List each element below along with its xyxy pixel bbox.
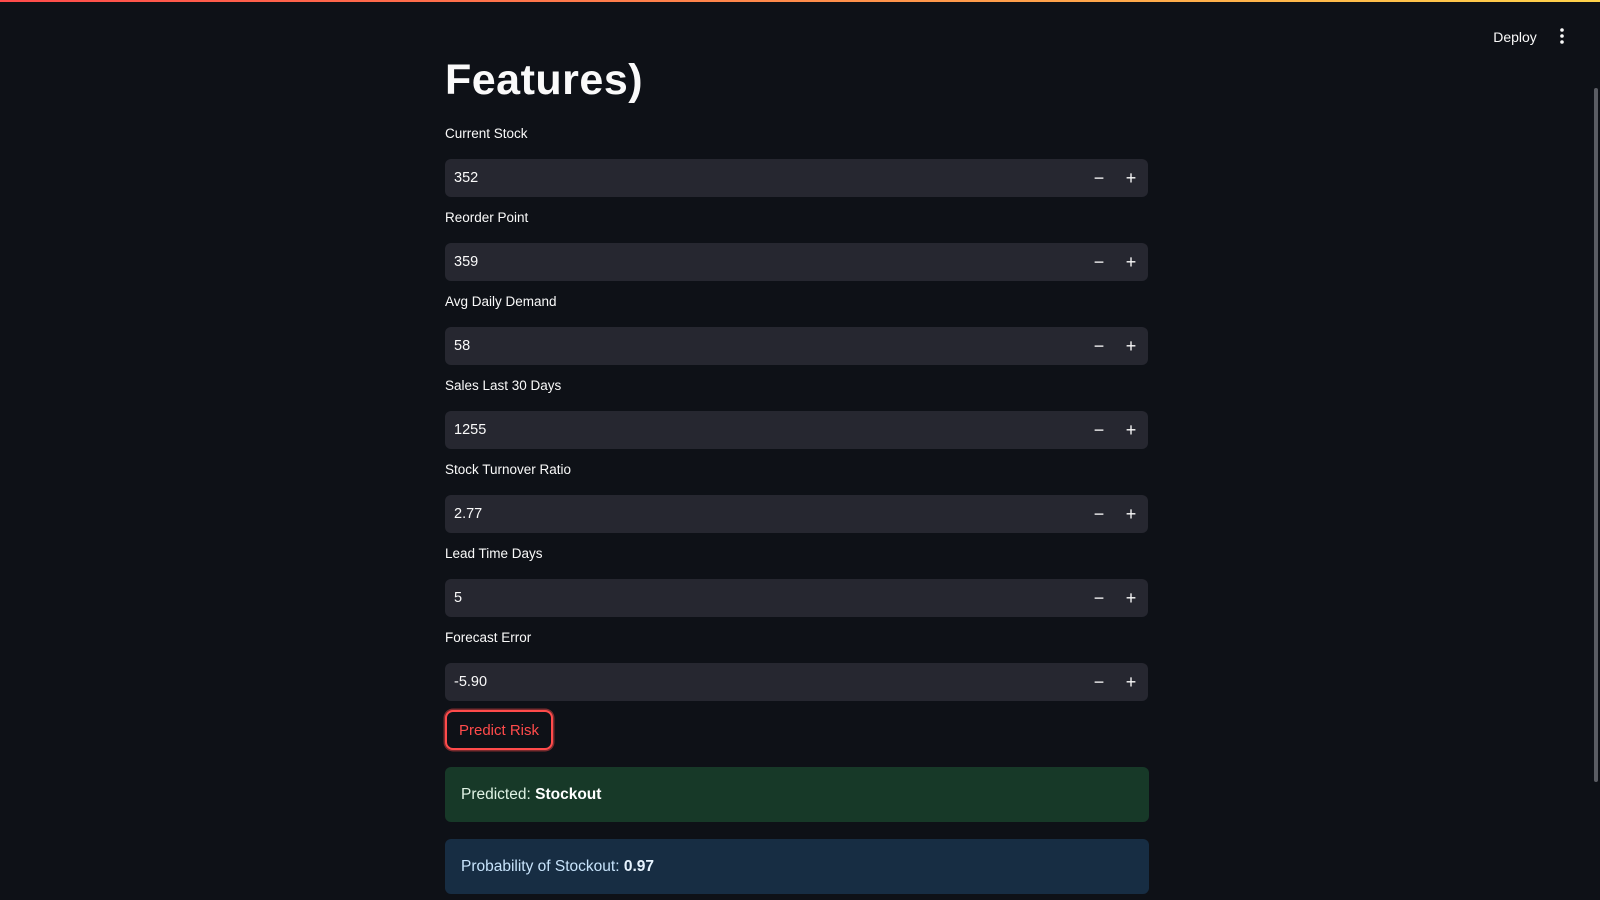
avg-daily-demand-input[interactable] (445, 327, 1045, 365)
field-avg-daily-demand: Avg Daily Demand − + (445, 293, 1148, 365)
field-reorder-point: Reorder Point − + (445, 209, 1148, 281)
lead-time-days-input[interactable] (445, 579, 1045, 617)
page-title: Features) (445, 56, 644, 104)
decrement-button[interactable]: − (1083, 327, 1115, 365)
field-label: Sales Last 30 Days (445, 378, 562, 393)
probability-result-alert: Probability of Stockout: 0.97 (445, 839, 1149, 894)
field-stock-turnover-ratio: Stock Turnover Ratio − + (445, 461, 1148, 533)
more-vertical-icon (1560, 28, 1564, 44)
increment-button[interactable]: + (1115, 579, 1147, 617)
decrement-button[interactable]: − (1083, 495, 1115, 533)
main-menu-button[interactable] (1550, 24, 1574, 48)
decrement-button[interactable]: − (1083, 579, 1115, 617)
number-input-container: − + (445, 243, 1148, 281)
field-label: Forecast Error (445, 630, 532, 645)
probability-value: 0.97 (623, 858, 655, 875)
number-input-container: − + (445, 327, 1148, 365)
prediction-value: Stockout (535, 786, 602, 803)
increment-button[interactable]: + (1115, 663, 1147, 701)
predict-risk-button[interactable]: Predict Risk (445, 710, 554, 750)
number-input-container: − + (445, 663, 1148, 701)
probability-prefix: Probability of Stockout: (461, 858, 624, 875)
reorder-point-input[interactable] (445, 243, 1045, 281)
increment-button[interactable]: + (1115, 243, 1147, 281)
page-scrollbar[interactable] (1594, 88, 1598, 782)
decrement-button[interactable]: − (1083, 663, 1115, 701)
prediction-result-alert: Predicted: Stockout (445, 767, 1149, 822)
decrement-button[interactable]: − (1083, 243, 1115, 281)
number-input-container: − + (445, 579, 1148, 617)
field-lead-time-days: Lead Time Days − + (445, 545, 1148, 617)
field-forecast-error: Forecast Error − + (445, 629, 1148, 701)
sales-last-30-days-input[interactable] (445, 411, 1045, 449)
field-label: Reorder Point (445, 210, 529, 225)
increment-button[interactable]: + (1115, 159, 1147, 197)
deploy-button[interactable]: Deploy (1480, 26, 1550, 48)
increment-button[interactable]: + (1115, 411, 1147, 449)
stock-turnover-ratio-input[interactable] (445, 495, 1045, 533)
increment-button[interactable]: + (1115, 495, 1147, 533)
decrement-button[interactable]: − (1083, 159, 1115, 197)
field-sales-last-30-days: Sales Last 30 Days − + (445, 377, 1148, 449)
current-stock-input[interactable] (445, 159, 1045, 197)
prediction-prefix: Predicted: (461, 786, 536, 803)
number-input-container: − + (445, 159, 1148, 197)
increment-button[interactable]: + (1115, 327, 1147, 365)
field-label: Lead Time Days (445, 546, 543, 561)
app-header: Deploy (0, 0, 1600, 60)
number-input-container: − + (445, 495, 1148, 533)
field-label: Avg Daily Demand (445, 294, 557, 309)
field-current-stock: Current Stock − + (445, 125, 1148, 197)
field-label: Current Stock (445, 126, 528, 141)
field-label: Stock Turnover Ratio (445, 462, 572, 477)
number-input-container: − + (445, 411, 1148, 449)
decrement-button[interactable]: − (1083, 411, 1115, 449)
forecast-error-input[interactable] (445, 663, 1045, 701)
